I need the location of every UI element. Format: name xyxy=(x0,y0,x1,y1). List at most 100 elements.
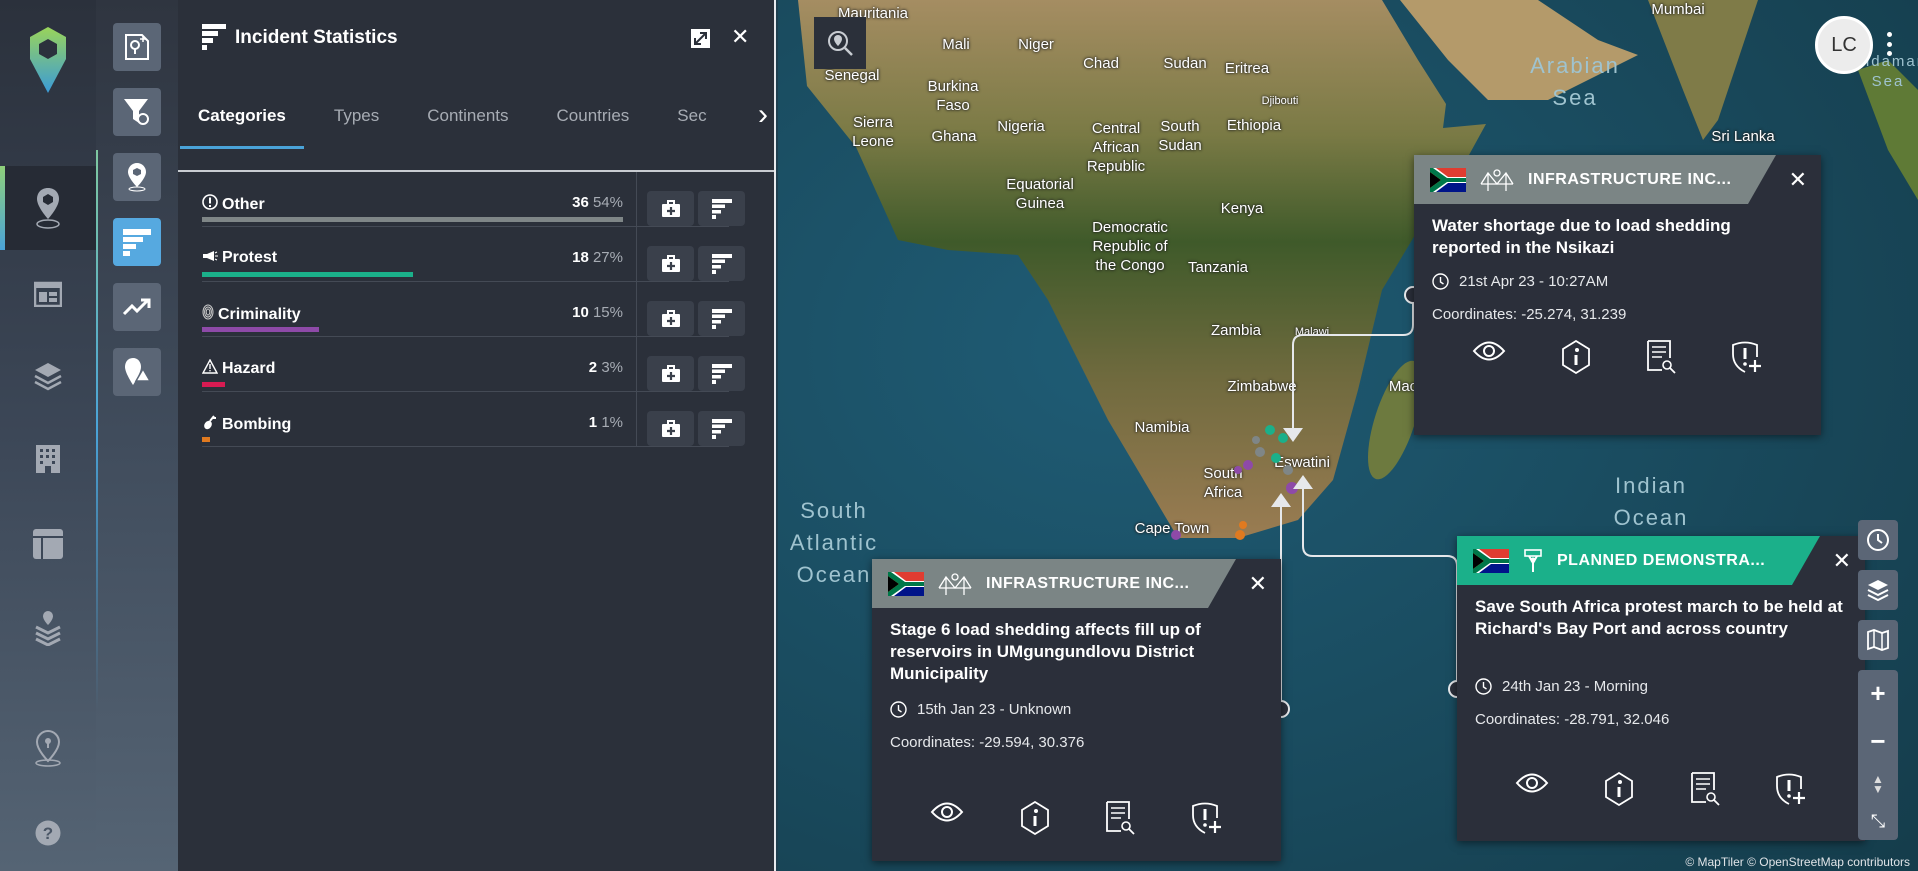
close-popup-button[interactable]: ✕ xyxy=(1789,167,1807,193)
view-breakdown-button[interactable] xyxy=(698,246,745,281)
add-to-report-button[interactable] xyxy=(647,301,694,336)
incident-title[interactable]: Water shortage due to load shedding repo… xyxy=(1432,215,1802,259)
nav-layers[interactable] xyxy=(0,341,96,411)
tab-countries[interactable]: Countries xyxy=(557,106,630,138)
map-pin-icon xyxy=(128,163,146,192)
info-icon[interactable] xyxy=(1604,771,1634,811)
category-count: 1 1% xyxy=(589,414,623,431)
map-layers-button[interactable] xyxy=(1858,570,1898,610)
main-nav-rail: ? xyxy=(0,0,96,871)
zoom-in-button[interactable]: + xyxy=(1870,678,1885,709)
category-name: Protest xyxy=(222,249,278,266)
view-icon[interactable] xyxy=(1472,340,1506,379)
add-to-report-button[interactable] xyxy=(647,246,694,281)
category-name: Bombing xyxy=(222,415,292,433)
category-bar xyxy=(202,437,210,442)
clock-icon xyxy=(1867,529,1889,551)
basemap-button[interactable] xyxy=(1858,620,1898,660)
medkit-add-icon xyxy=(661,254,680,272)
nav-buildings[interactable] xyxy=(0,424,96,494)
incident-title[interactable]: Save South Africa protest march to be he… xyxy=(1475,596,1845,640)
add-incident-button[interactable] xyxy=(113,23,161,71)
filter-settings-button[interactable] xyxy=(113,88,161,136)
bar-stats-icon xyxy=(711,363,732,384)
report-search-icon[interactable] xyxy=(1105,801,1136,840)
more-menu-button[interactable] xyxy=(1886,32,1892,56)
bomb-icon xyxy=(202,414,218,435)
close-popup-button[interactable]: ✕ xyxy=(1833,548,1851,574)
incident-time: 15th Jan 23 - Unknown xyxy=(890,701,1071,718)
trend-up-icon xyxy=(122,298,151,316)
add-alert-icon[interactable] xyxy=(1191,801,1223,840)
expand-icon[interactable] xyxy=(691,29,710,48)
add-to-report-button[interactable] xyxy=(647,356,694,391)
incident-coordinates: Coordinates: -28.791, 32.046 xyxy=(1475,711,1670,728)
info-icon[interactable] xyxy=(1561,339,1591,379)
view-breakdown-button[interactable] xyxy=(698,301,745,336)
category-label: Other xyxy=(202,194,265,215)
protest-figure-icon xyxy=(1523,549,1543,573)
category-label: Criminality xyxy=(202,304,301,325)
pin-hazard-icon xyxy=(125,358,151,385)
add-alert-icon[interactable] xyxy=(1775,772,1807,811)
tab-categories[interactable]: Categories xyxy=(180,106,304,149)
south-africa-flag-icon xyxy=(888,572,924,596)
nav-incidents-map[interactable] xyxy=(0,166,96,250)
clock-icon xyxy=(1432,273,1449,290)
close-popup-button[interactable]: ✕ xyxy=(1249,571,1267,597)
stats-tabs: Categories Types Continents Countries Se… xyxy=(180,106,707,149)
map-view[interactable]: Mauritania Mali Niger Chad Sudan Eritrea Seneg… xyxy=(778,0,1918,871)
view-breakdown-button[interactable] xyxy=(698,191,745,226)
folded-map-icon xyxy=(1867,629,1889,651)
incident-title[interactable]: Stage 6 load shedding affects fill up of… xyxy=(890,619,1260,685)
fullscreen-button[interactable]: ⤡ xyxy=(1871,811,1885,832)
view-icon[interactable] xyxy=(930,801,964,840)
incident-statistics-panel: Incident Statistics ✕ Categories Types C… xyxy=(178,0,776,871)
incident-coordinates: Coordinates: -29.594, 30.376 xyxy=(890,734,1085,751)
bridge-infrastructure-icon xyxy=(938,573,972,595)
nav-location-layers[interactable] xyxy=(0,593,96,663)
location-button[interactable] xyxy=(113,153,161,201)
filter-gear-icon xyxy=(124,99,149,125)
add-alert-icon[interactable] xyxy=(1731,340,1763,379)
add-to-report-button[interactable] xyxy=(647,411,694,446)
risk-map-button[interactable] xyxy=(113,348,161,396)
incident-category: INFRASTRUCTURE INC... xyxy=(986,574,1190,592)
nav-location-help[interactable] xyxy=(0,713,96,783)
calendar-icon xyxy=(34,281,62,307)
nav-help[interactable]: ? xyxy=(0,798,96,868)
incident-popup: PLANNED DEMONSTRA... ✕ Save South Africa… xyxy=(1457,536,1865,841)
tab-types[interactable]: Types xyxy=(334,106,379,138)
time-text: 24th Jan 23 - Morning xyxy=(1502,678,1648,695)
close-panel-button[interactable]: ✕ xyxy=(731,24,749,50)
panel-title: Incident Statistics xyxy=(235,27,398,48)
trends-button[interactable] xyxy=(113,283,161,331)
timeline-button[interactable] xyxy=(1858,520,1898,560)
user-avatar[interactable]: LC xyxy=(1815,16,1873,74)
popup-header: INFRASTRUCTURE INC... xyxy=(1414,155,1776,204)
rotate-compass-button[interactable]: ▲ ▼ xyxy=(1872,773,1884,795)
view-breakdown-button[interactable] xyxy=(698,411,745,446)
count-value: 18 xyxy=(572,249,589,266)
percent-value: 3% xyxy=(601,359,623,376)
report-search-icon[interactable] xyxy=(1646,340,1676,379)
map-add-icon xyxy=(125,34,149,60)
view-icon[interactable] xyxy=(1515,772,1549,811)
tab-continents[interactable]: Continents xyxy=(427,106,508,138)
incident-coordinates: Coordinates: -25.274, 31.239 xyxy=(1432,306,1627,323)
tabs-scroll-right-button[interactable]: › xyxy=(750,80,776,150)
category-bar xyxy=(202,217,623,222)
nav-dashboard[interactable] xyxy=(0,509,96,579)
add-to-report-button[interactable] xyxy=(647,191,694,226)
view-breakdown-button[interactable] xyxy=(698,356,745,391)
map-attribution[interactable]: © MapTiler © OpenStreetMap contributors xyxy=(1685,855,1910,869)
zoom-out-button[interactable]: − xyxy=(1870,726,1885,757)
report-search-icon[interactable] xyxy=(1690,772,1720,811)
nav-calendar[interactable] xyxy=(0,259,96,329)
map-search-button[interactable] xyxy=(814,17,866,69)
category-name: Hazard xyxy=(222,360,276,377)
layout-icon xyxy=(33,529,63,559)
info-icon[interactable] xyxy=(1020,800,1050,840)
tab-sectors[interactable]: Sectors xyxy=(677,106,707,138)
statistics-button[interactable] xyxy=(113,218,161,266)
